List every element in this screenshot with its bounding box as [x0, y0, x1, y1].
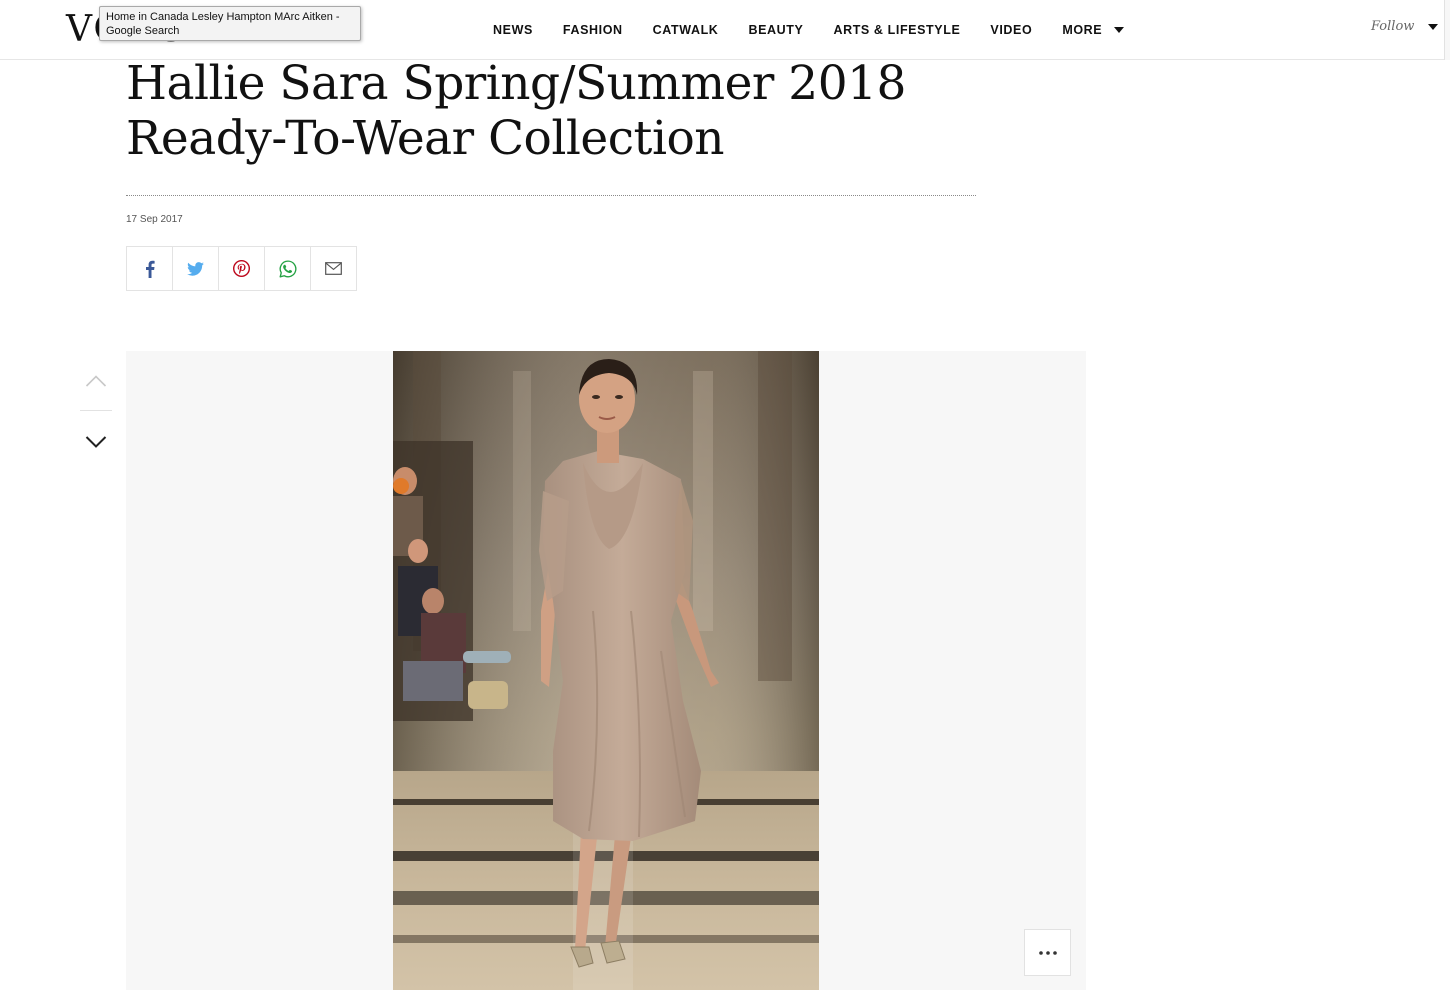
twitter-icon	[187, 261, 204, 276]
follow-label: Follow	[1371, 19, 1415, 34]
nav-item-more[interactable]: MORE	[1062, 23, 1102, 37]
arrow-divider	[80, 410, 112, 411]
main-nav: NEWS FASHION CATWALK BEAUTY ARTS & LIFES…	[493, 21, 1125, 39]
share-facebook-button[interactable]	[127, 247, 173, 290]
more-options-button[interactable]	[1024, 929, 1071, 976]
nav-item-beauty[interactable]: BEAUTY	[748, 23, 803, 37]
nav-item-news[interactable]: NEWS	[493, 23, 533, 37]
pinterest-icon	[233, 260, 250, 277]
previous-image-button[interactable]	[80, 366, 112, 396]
chevron-up-icon	[85, 375, 107, 387]
title-divider	[126, 195, 976, 196]
nav-item-fashion[interactable]: FASHION	[563, 23, 623, 37]
follow-dropdown[interactable]: Follow	[1371, 19, 1439, 34]
caret-down-icon	[1428, 23, 1439, 30]
caret-down-icon	[1114, 27, 1125, 33]
link-tooltip: Home in Canada Lesley Hampton MArc Aitke…	[99, 6, 361, 41]
whatsapp-icon	[279, 259, 296, 277]
chevron-down-icon	[85, 436, 107, 448]
site-header: VOGUE Home in Canada Lesley Hampton MArc…	[0, 0, 1450, 60]
nav-item-arts-lifestyle[interactable]: ARTS & LIFESTYLE	[833, 23, 960, 37]
share-bar	[126, 246, 357, 291]
next-image-button[interactable]	[80, 427, 112, 457]
nav-more-menu[interactable]: MORE	[1062, 23, 1125, 37]
email-icon	[325, 262, 342, 275]
more-options-icon	[1038, 950, 1057, 955]
nav-item-video[interactable]: VIDEO	[990, 23, 1032, 37]
nav-item-catwalk[interactable]: CATWALK	[653, 23, 719, 37]
share-email-button[interactable]	[311, 247, 356, 290]
publish-date: 17 Sep 2017	[126, 214, 183, 225]
article-title: Hallie Sara Spring/Summer 2018 Ready-To-…	[126, 56, 906, 166]
gallery-viewer	[126, 351, 1086, 990]
runway-model-photo[interactable]	[393, 351, 819, 990]
share-whatsapp-button[interactable]	[265, 247, 311, 290]
facebook-icon	[145, 260, 155, 278]
scrollbar-track[interactable]	[1444, 0, 1450, 60]
share-twitter-button[interactable]	[173, 247, 219, 290]
share-pinterest-button[interactable]	[219, 247, 265, 290]
